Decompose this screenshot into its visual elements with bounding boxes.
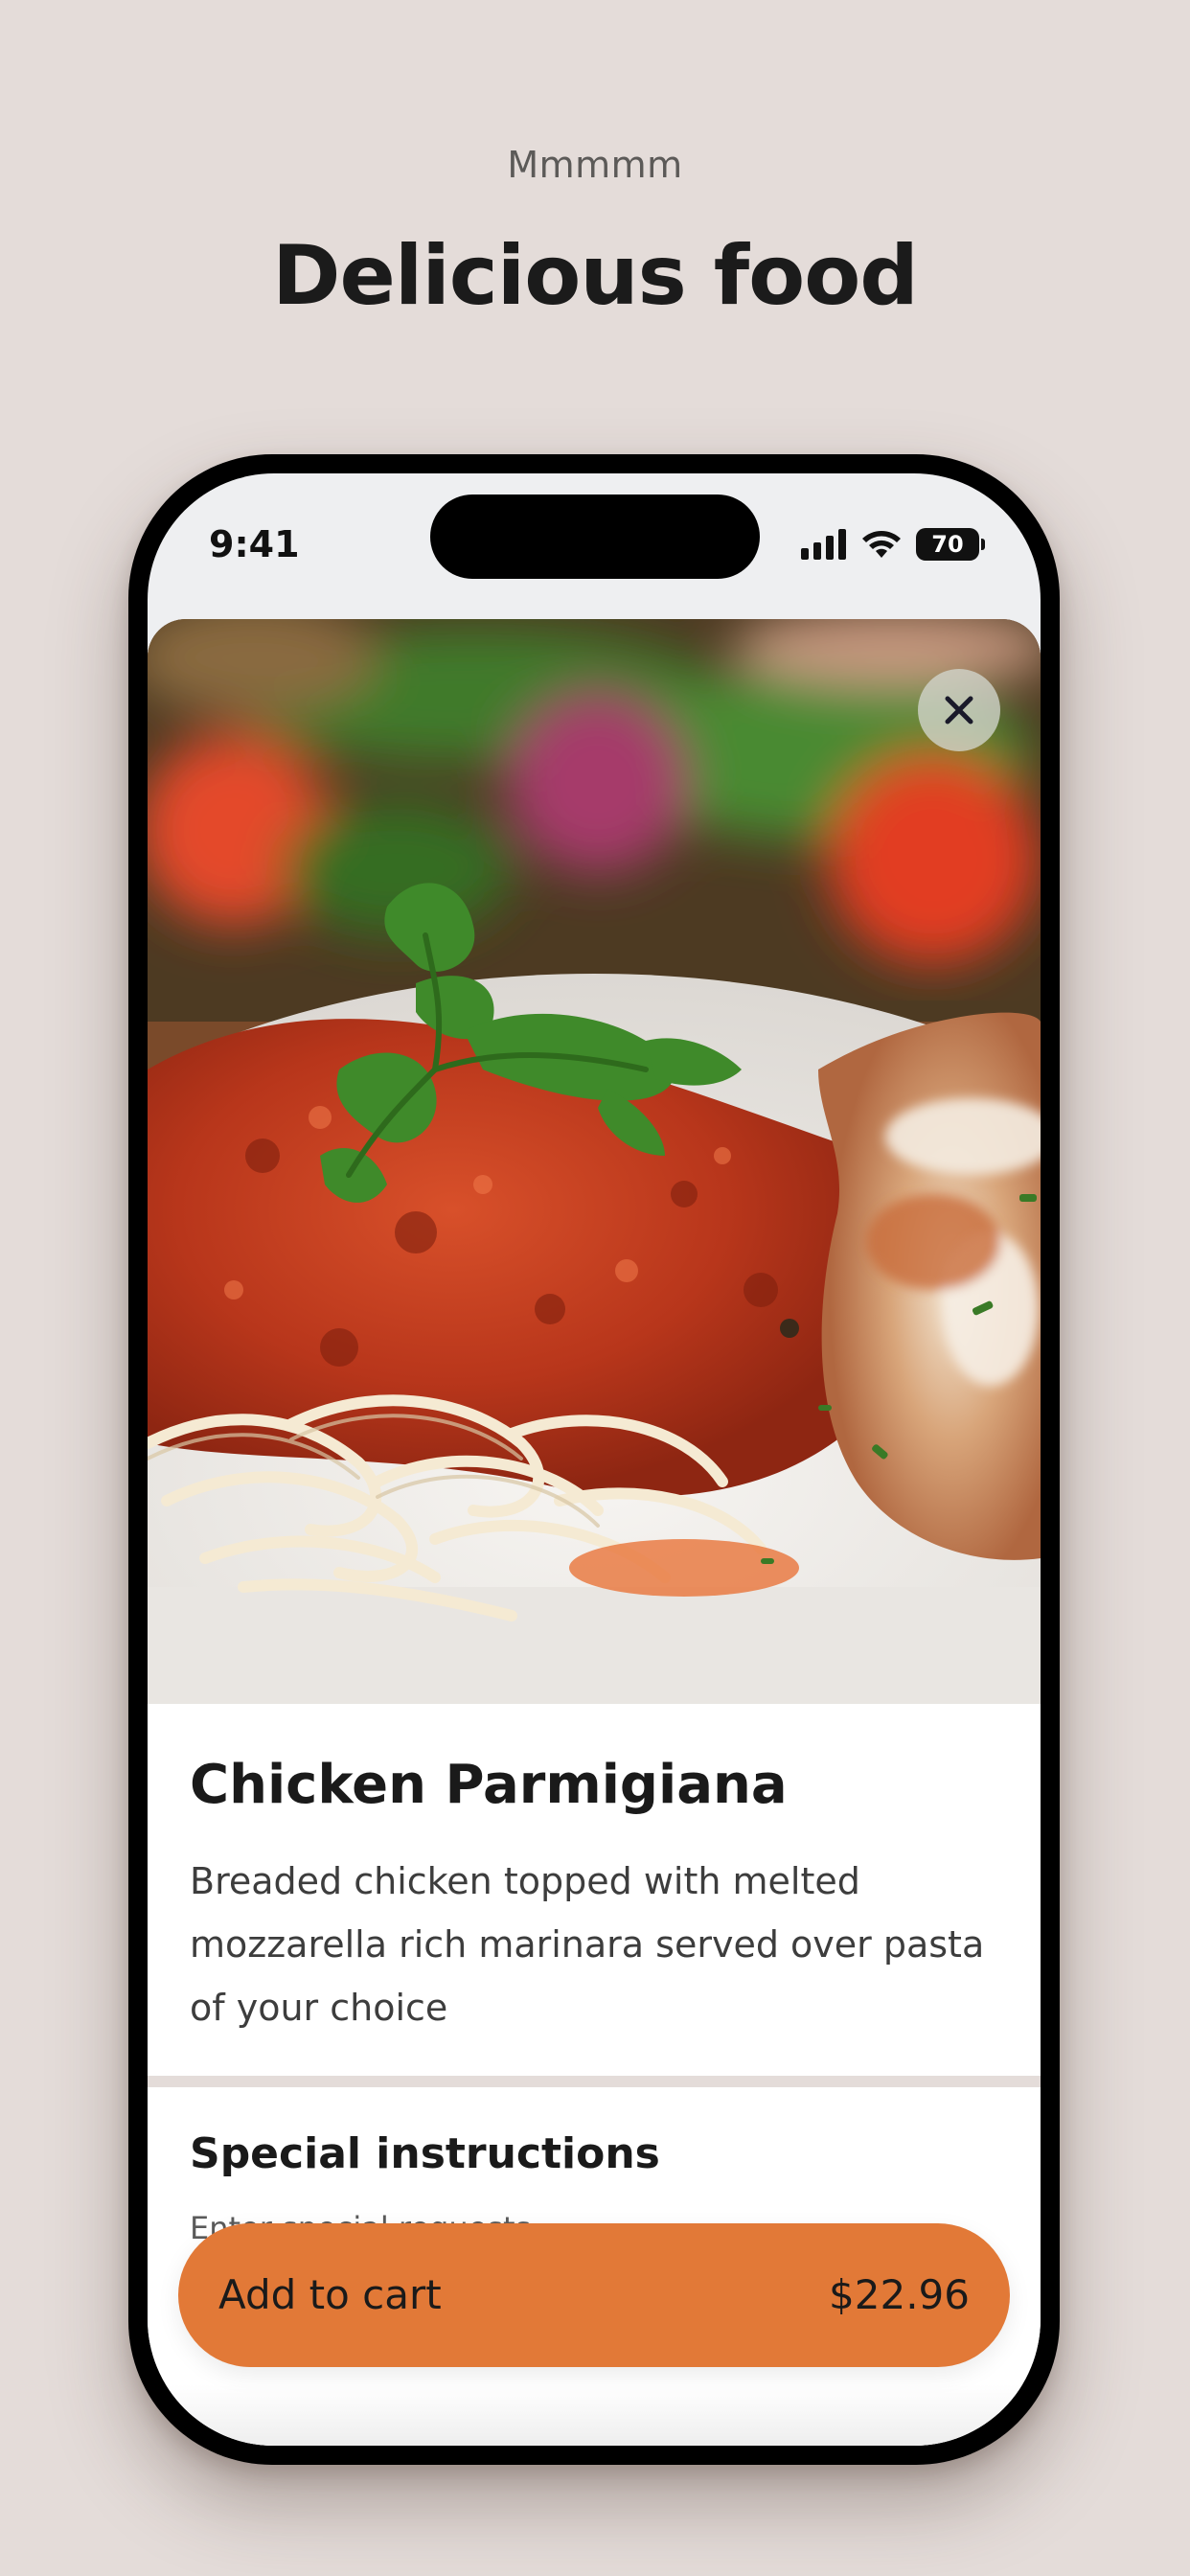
phone-screen: 9:41 70 Chicken Parmigiana Breaded chick… [148, 473, 1041, 2446]
bottom-fade [148, 2384, 1041, 2446]
phone-frame: 9:41 70 Chicken Parmigiana Breaded chick… [128, 454, 1060, 2465]
dish-photo [148, 619, 1041, 1704]
dish-description: Breaded chicken topped with melted mozza… [190, 1860, 985, 2029]
dish-sheet: Chicken Parmigiana Breaded chicken toppe… [148, 619, 1041, 2446]
add-to-cart-button[interactable]: Add to cart $22.96 [178, 2223, 1010, 2367]
wifi-icon [862, 531, 901, 558]
section-divider [148, 2076, 1041, 2087]
cart-price: $22.96 [829, 2271, 970, 2318]
dynamic-island [430, 494, 760, 579]
battery-icon: 70 [916, 528, 985, 561]
status-icons: 70 [801, 525, 985, 564]
status-bar: 9:41 70 [148, 473, 1041, 617]
eyebrow-text: Mmmmm [507, 144, 683, 186]
close-icon [945, 696, 973, 724]
status-time: 9:41 [209, 523, 300, 565]
close-button[interactable] [918, 669, 1000, 751]
signal-icon [801, 529, 846, 560]
special-instructions-title: Special instructions [190, 2129, 660, 2178]
add-to-cart-label: Add to cart [218, 2271, 442, 2318]
dish-title: Chicken Parmigiana [190, 1754, 788, 1816]
page-headline: Delicious food [272, 228, 919, 324]
